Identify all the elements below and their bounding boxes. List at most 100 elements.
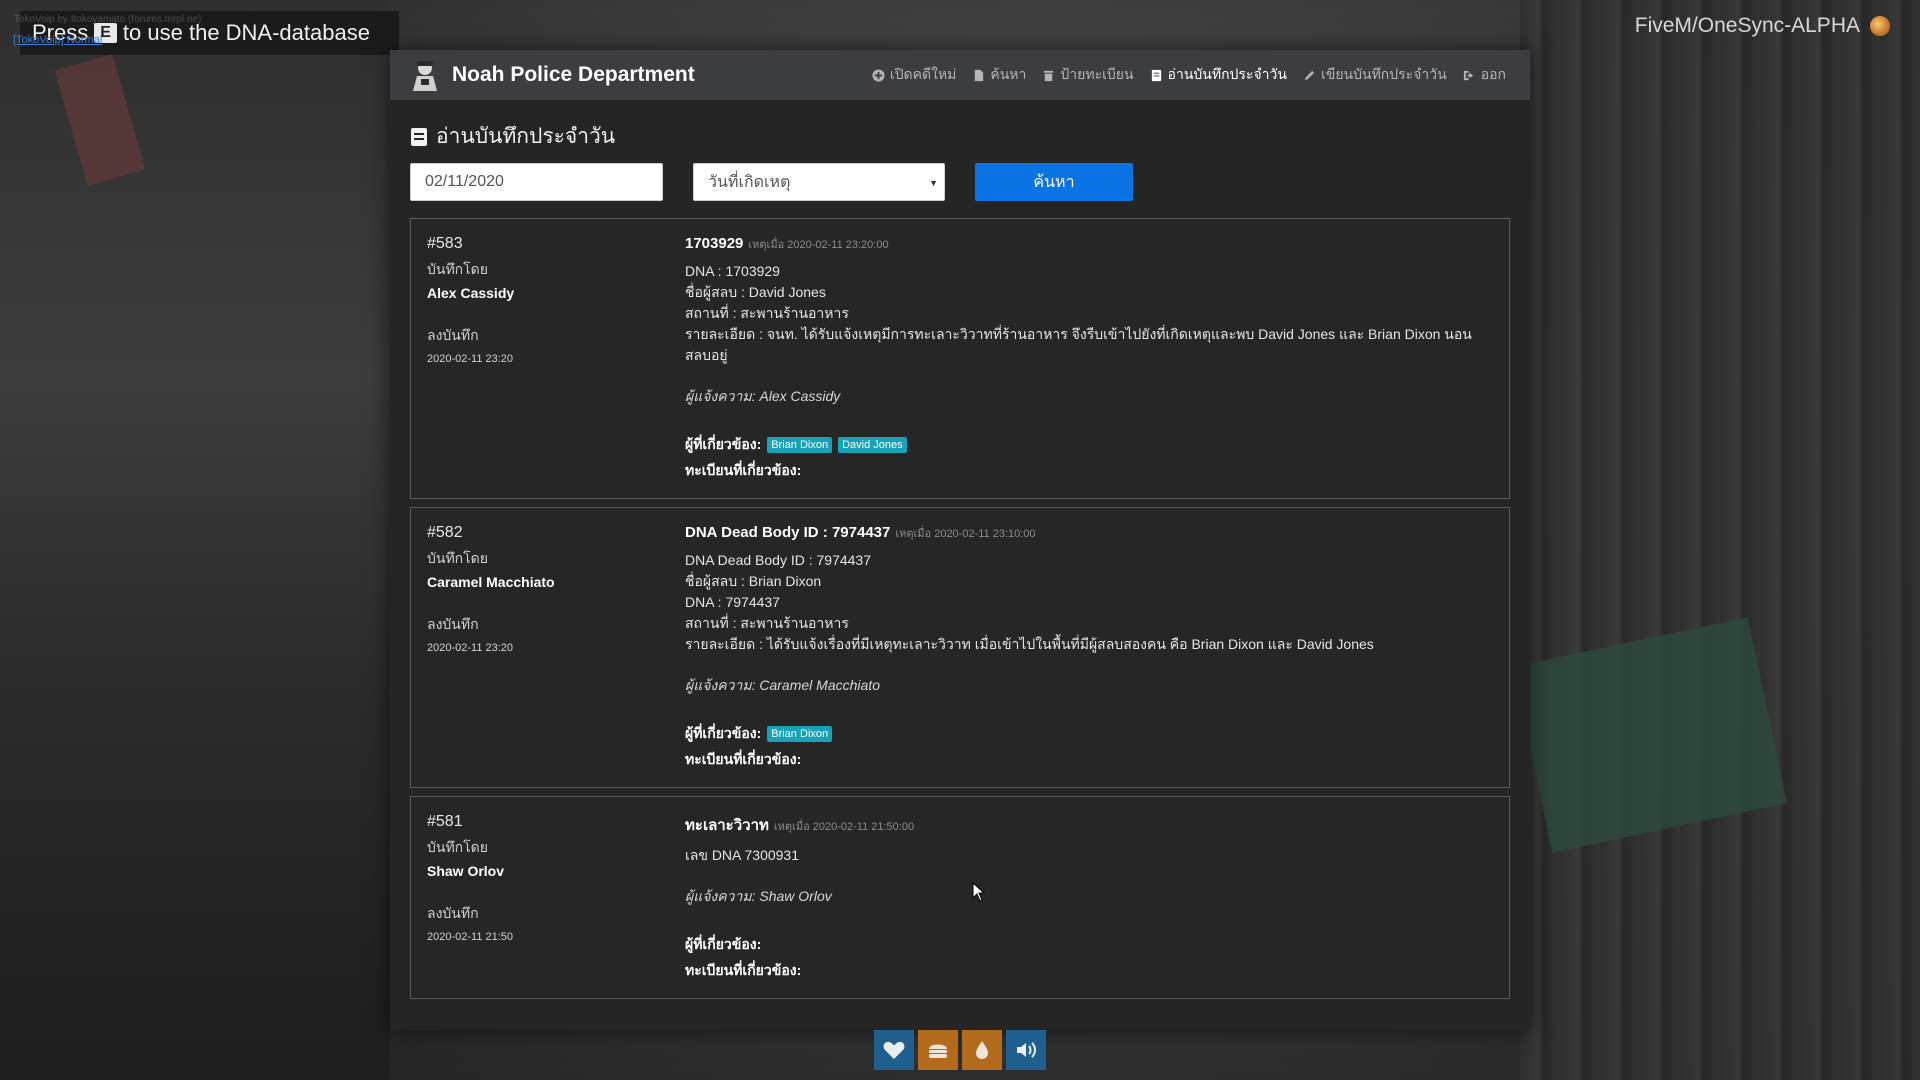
involved-person-badge[interactable]: David Jones — [838, 437, 907, 453]
occurred-label: เหตุเมื่อ — [895, 528, 932, 540]
recorded-at-label: ลงบันทึก — [427, 616, 479, 632]
entry-meta: #583 บันทึกโดย Alex Cassidy ลงบันทึก 202… — [411, 219, 685, 498]
recorded-by-label: บันทึกโดย — [427, 550, 488, 566]
file-icon — [975, 69, 984, 81]
book-icon — [1151, 69, 1161, 81]
nav-write-log-label: เขียนบันทึกประจำวัน — [1320, 66, 1447, 82]
book-icon — [411, 127, 427, 146]
status-hud — [874, 1030, 1046, 1070]
server-label-text: FiveM/OneSync-ALPHA — [1634, 14, 1860, 37]
background-right — [1520, 0, 1920, 1080]
entry-detail-line: รายละเอียด : ได้รับแจ้งเรื่องที่มีเหตุทะ… — [685, 636, 1374, 652]
entry-reporter: ผู้แจ้งความ: Caramel Macchiato — [685, 675, 1479, 697]
entry-occurred: เหตุเมื่อ 2020-02-11 23:20:00 — [748, 235, 888, 253]
entry-detail-line: สถานที่ : สะพานร้านอาหาร — [685, 305, 849, 321]
page-heading: อ่านบันทึกประจำวัน — [410, 120, 1510, 153]
entry-title: ทะเลาะวิวาท — [685, 817, 769, 834]
server-label: FiveM/OneSync-ALPHA — [1635, 14, 1890, 38]
nav-logout[interactable]: ออก — [1463, 64, 1506, 86]
date-input[interactable] — [410, 163, 663, 201]
page-title: อ่านบันทึกประจำวัน — [436, 125, 616, 148]
entry-details: เลข DNA 7300931 — [685, 845, 1479, 866]
plus-circle-icon — [872, 68, 885, 82]
nav-new-case[interactable]: เปิดคดีใหม่ — [872, 64, 957, 86]
log-entry[interactable]: #581 บันทึกโดย Shaw Orlov ลงบันทึก 2020-… — [410, 796, 1510, 999]
mouse-cursor-icon — [972, 882, 986, 902]
occurred-label: เหตุเมื่อ — [773, 821, 810, 833]
entry-title-row: 1703929 เหตุเมื่อ 2020-02-11 23:20:00 — [685, 235, 1479, 253]
search-button[interactable]: ค้นหา — [975, 163, 1133, 201]
reporter-name: Alex Cassidy — [759, 388, 841, 404]
entry-involved: ผู้ที่เกี่ยวข้อง: — [685, 934, 1479, 956]
entry-details: DNA Dead Body ID : 7974437 ชื่อผู้สลบ : B… — [685, 550, 1479, 655]
server-logo-icon — [1870, 16, 1890, 36]
involved-label: ผู้ที่เกี่ยวข้อง: — [685, 936, 762, 952]
nav-write-log[interactable]: เขียนบันทึกประจำวัน — [1303, 64, 1447, 86]
entry-detail-line: ชื่อผู้สลบ : Brian Dixon — [685, 573, 822, 589]
involved-person-badge[interactable]: Brian Dixon — [767, 726, 833, 742]
reporter-label: ผู้แจ้งความ: — [685, 677, 756, 693]
entry-plates: ทะเบียนที่เกี่ยวข้อง: — [685, 462, 802, 478]
nav-search[interactable]: ค้นหา — [972, 64, 1026, 86]
log-entry[interactable]: #582 บันทึกโดย Caramel Macchiato ลงบันทึ… — [410, 507, 1510, 788]
date-type-select-value: วันที่เกิดเหตุ — [708, 173, 791, 191]
navbar: Noah Police Department เปิดคดีใหม่ ค้นหา… — [390, 50, 1530, 100]
sign-out-icon — [1463, 70, 1473, 80]
nav-search-label: ค้นหา — [990, 66, 1027, 82]
nav-read-log[interactable]: อ่านบันทึกประจำวัน — [1150, 64, 1287, 86]
nav-read-log-label: อ่านบันทึกประจำวัน — [1167, 66, 1287, 82]
date-type-select[interactable]: วันที่เกิดเหตุ ▼ — [693, 163, 945, 201]
involved-label: ผู้ที่เกี่ยวข้อง: — [685, 436, 762, 452]
background-left — [0, 0, 390, 1080]
reporter-name: Caramel Macchiato — [759, 677, 880, 693]
involved-person-badge[interactable]: Brian Dixon — [767, 437, 833, 453]
burger-icon — [929, 1044, 947, 1058]
records-list: #583 บันทึกโดย Alex Cassidy ลงบันทึก 202… — [410, 218, 1510, 999]
occurred-date: 2020-02-11 23:10:00 — [934, 528, 1036, 540]
heart-icon — [883, 1041, 905, 1059]
nav-plates[interactable]: ป้ายทะเบียน — [1042, 64, 1134, 86]
entry-occurred: เหตุเมื่อ 2020-02-11 23:10:00 — [895, 524, 1035, 542]
nav-logout-label: ออก — [1480, 66, 1506, 82]
log-entry[interactable]: #583 บันทึกโดย Alex Cassidy ลงบันทึก 202… — [410, 218, 1510, 499]
reporter-label: ผู้แจ้งความ: — [685, 888, 756, 904]
entry-involved: ผู้ที่เกี่ยวข้อง: Brian Dixon David Jones — [685, 434, 1479, 456]
entry-title-row: DNA Dead Body ID : 7974437 เหตุเมื่อ 202… — [685, 524, 1479, 542]
entry-detail-line: ชื่อผู้สลบ : David Jones — [685, 284, 826, 300]
brand[interactable]: Noah Police Department — [408, 57, 695, 93]
entry-author: Shaw Orlov — [427, 863, 505, 879]
entry-id: #581 — [427, 813, 463, 830]
nav-new-case-label: เปิดคดีใหม่ — [889, 66, 957, 82]
health-indicator — [874, 1030, 914, 1070]
entry-detail-line: รายละเอียด : จนท. ได้รับแจ้งเหตุมีการทะเ… — [685, 326, 1472, 363]
nav-menu: เปิดคดีใหม่ ค้นหา ป้ายทะเบียน อ่านบันทึก… — [872, 64, 1506, 86]
recorded-at-label: ลงบันทึก — [427, 327, 479, 343]
food-indicator — [918, 1030, 958, 1070]
filter-bar: วันที่เกิดเหตุ ▼ ค้นหา — [410, 162, 1510, 202]
speaker-icon — [1017, 1042, 1036, 1058]
reporter-name: Shaw Orlov — [759, 888, 832, 904]
app-title: Noah Police Department — [452, 63, 695, 86]
entry-body: DNA Dead Body ID : 7974437 เหตุเมื่อ 202… — [685, 508, 1509, 787]
entry-meta: #581 บันทึกโดย Shaw Orlov ลงบันทึก 2020-… — [411, 797, 685, 998]
occurred-date: 2020-02-11 21:50:00 — [812, 821, 915, 833]
entry-detail-line: DNA Dead Body ID : 7974437 — [685, 552, 872, 568]
entry-author: Alex Cassidy — [427, 285, 515, 301]
trash-icon — [1044, 70, 1054, 81]
entry-author: Caramel Macchiato — [427, 574, 555, 590]
entry-plates: ทะเบียนที่เกี่ยวข้อง: — [685, 962, 802, 978]
entry-detail-line: DNA : 7974437 — [685, 594, 780, 610]
mdt-panel: Noah Police Department เปิดคดีใหม่ ค้นหา… — [390, 50, 1530, 1030]
water-indicator — [962, 1030, 1002, 1070]
entry-title: DNA Dead Body ID : 7974437 — [685, 524, 891, 541]
entry-title: 1703929 — [685, 235, 744, 252]
occurred-date: 2020-02-11 23:20:00 — [787, 239, 889, 251]
voip-credit: TokoVoip by Itokoyamato (forums.mrpl.ne) — [14, 14, 202, 25]
entry-involved: ผู้ที่เกี่ยวข้อง: Brian Dixon — [685, 723, 1479, 745]
pencil-icon — [1304, 70, 1315, 80]
entry-occurred: เหตุเมื่อ 2020-02-11 21:50:00 — [774, 817, 914, 835]
entry-plates: ทะเบียนที่เกี่ยวข้อง: — [685, 751, 802, 767]
entry-reporter: ผู้แจ้งความ: Shaw Orlov — [685, 886, 1479, 908]
entry-title-row: ทะเลาะวิวาท เหตุเมื่อ 2020-02-11 21:50:0… — [685, 813, 1479, 837]
voip-mode: [TokoVoip] Normal — [13, 34, 103, 46]
